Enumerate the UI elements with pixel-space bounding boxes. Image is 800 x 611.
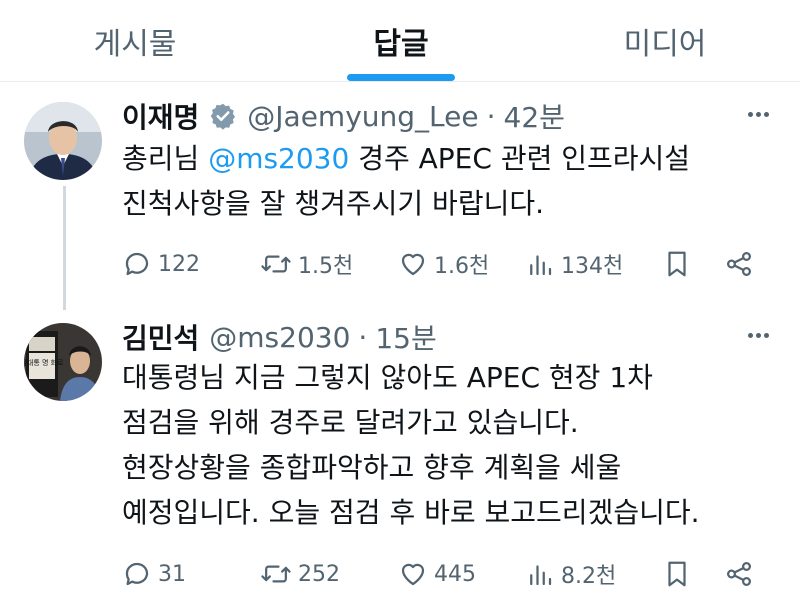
reply-icon: [125, 252, 149, 276]
tweet-timestamp[interactable]: 15분: [375, 317, 436, 357]
tweet-actions: 31 252 445 8.2천: [122, 554, 782, 594]
bookmark-button[interactable]: [662, 554, 692, 594]
like-button[interactable]: 445: [398, 554, 476, 594]
views-chart-icon: [530, 255, 552, 276]
view-count: 8.2천: [561, 564, 617, 589]
separator-dot: ·: [486, 99, 496, 133]
like-count: 1.6천: [434, 254, 490, 279]
tab-media[interactable]: 미디어: [590, 0, 740, 82]
tweet-text: 대통령님 지금 그렇지 않아도 APEC 현장 1차 점검을 위해 경주로 달려…: [122, 361, 700, 529]
share-icon: [726, 561, 752, 587]
tweet-text: 총리님 @ms2030 경주 APEC 관련 인프라시설 진척사항을 잘 챙겨주…: [122, 136, 792, 226]
more-options-icon[interactable]: [748, 112, 769, 117]
avatar-sign-text: 김대통 명 화로: [24, 358, 64, 367]
reply-button[interactable]: 122: [122, 244, 200, 284]
views-chart-icon: [530, 565, 552, 586]
active-tab-indicator: [347, 74, 455, 81]
avatar[interactable]: [24, 102, 102, 180]
share-button[interactable]: [724, 554, 754, 594]
author-name[interactable]: 이재명: [122, 96, 199, 136]
bookmark-button[interactable]: [662, 244, 692, 284]
tab-replies[interactable]: 답글: [326, 0, 476, 82]
tweet-2[interactable]: 김대통 명 화로 김민석 @ms2030 · 15분 대통령님 지금 그렇지 않…: [0, 297, 800, 611]
author-handle[interactable]: @ms2030: [209, 321, 350, 354]
retweet-button[interactable]: 1.5천: [260, 244, 353, 284]
bookmark-icon: [668, 251, 686, 277]
bookmark-icon: [668, 561, 686, 587]
share-icon: [726, 251, 752, 277]
retweet-count: 252: [298, 561, 340, 587]
tab-posts[interactable]: 게시물: [60, 0, 210, 82]
like-count: 445: [434, 561, 476, 587]
views-button[interactable]: 134천: [525, 244, 623, 284]
heart-icon: [401, 253, 425, 276]
like-button[interactable]: 1.6천: [398, 244, 489, 284]
heart-icon: [401, 563, 425, 586]
reply-icon: [125, 562, 149, 586]
profile-tabs: 게시물 답글 미디어: [0, 0, 800, 82]
share-button[interactable]: [724, 244, 754, 284]
author-handle[interactable]: @Jaemyung_Lee: [247, 100, 478, 133]
retweet-button[interactable]: 252: [260, 554, 340, 594]
reply-count: 31: [158, 561, 186, 587]
separator-dot: ·: [358, 320, 368, 354]
views-button[interactable]: 8.2천: [525, 554, 616, 594]
mention-link[interactable]: @ms2030: [208, 142, 349, 175]
avatar[interactable]: 김대통 명 화로: [24, 323, 102, 401]
reply-count: 122: [158, 251, 200, 277]
tweet-timestamp[interactable]: 42분: [504, 96, 565, 136]
retweet-icon: [261, 565, 291, 583]
tweet-actions: 122 1.5천 1.6천 134천: [122, 244, 782, 284]
view-count: 134천: [561, 254, 624, 279]
retweet-count: 1.5천: [298, 254, 354, 279]
tweet-1[interactable]: 이재명 @Jaemyung_Lee · 42분 총리님 @ms2030 경주 A…: [0, 82, 800, 297]
reply-button[interactable]: 31: [122, 554, 186, 594]
more-options-icon[interactable]: [748, 333, 769, 338]
tweet-text-part: 총리님: [122, 142, 209, 175]
verified-badge-icon: [209, 102, 237, 130]
retweet-icon: [261, 255, 291, 273]
author-name[interactable]: 김민석: [122, 317, 199, 357]
